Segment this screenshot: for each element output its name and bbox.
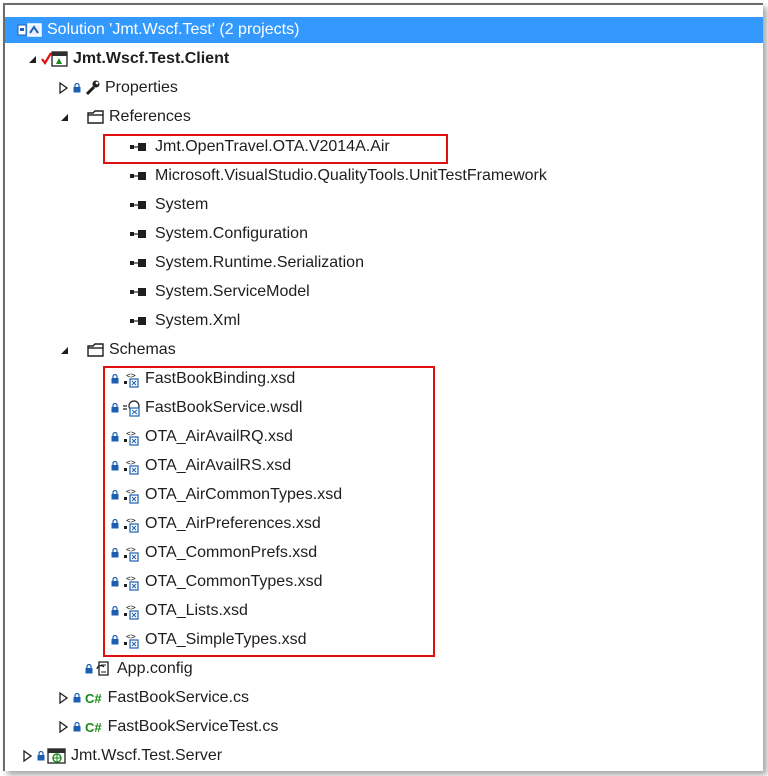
tree-item-label: System.Configuration: [155, 225, 308, 242]
tree-item-label: Microsoft.VisualStudio.QualityTools.Unit…: [155, 167, 547, 184]
tree-item-server-project[interactable]: Jmt.Wscf.Test.Server: [5, 743, 763, 769]
lock-icon: [37, 751, 45, 761]
tree-item-schemas[interactable]: Schemas: [5, 337, 763, 363]
expand-arrow-icon[interactable]: [25, 52, 39, 66]
config-file-icon: [95, 660, 113, 678]
solution-explorer-tree: Solution 'Jmt.Wscf.Test' (2 projects) Jm…: [3, 3, 763, 771]
collapse-arrow-icon[interactable]: [57, 691, 71, 705]
tree-item-label: Solution 'Jmt.Wscf.Test' (2 projects): [47, 21, 300, 38]
tree-item-app-config[interactable]: App.config: [5, 656, 763, 682]
tree-item-fastbook-service-cs[interactable]: C# FastBookService.cs: [5, 685, 763, 711]
assembly-icon: [129, 167, 151, 185]
lock-icon: [85, 664, 93, 674]
tree-item-client-project[interactable]: Jmt.Wscf.Test.Client: [5, 46, 763, 72]
wrench-icon: [83, 79, 101, 97]
assembly-icon: [129, 283, 151, 301]
folder-icon: [87, 341, 105, 359]
reference-item[interactable]: System.Runtime.Serialization: [5, 250, 763, 276]
assembly-icon: [129, 225, 151, 243]
tree-item-label: Jmt.Wscf.Test.Server: [71, 747, 223, 764]
reference-item[interactable]: System.ServiceModel: [5, 279, 763, 305]
solution-icon: [17, 21, 43, 39]
lock-icon: [73, 83, 81, 93]
highlight-box-schemas: [103, 366, 435, 657]
reference-item[interactable]: System.Configuration: [5, 221, 763, 247]
assembly-icon: [129, 312, 151, 330]
expand-arrow-icon[interactable]: [57, 110, 71, 124]
tree-item-label: Schemas: [109, 341, 176, 358]
tree-item-label: System.Xml: [155, 312, 241, 329]
collapse-arrow-icon[interactable]: [57, 720, 71, 734]
collapse-arrow-icon[interactable]: [21, 749, 35, 763]
tree-item-label: System.ServiceModel: [155, 283, 310, 300]
tree-item-label: App.config: [117, 660, 193, 677]
tree-item-label: Jmt.Wscf.Test.Client: [73, 50, 230, 67]
tree-item-label: FastBookService.cs: [107, 689, 250, 706]
folder-icon: [87, 108, 105, 126]
assembly-icon: [129, 254, 151, 272]
reference-item[interactable]: Microsoft.VisualStudio.QualityTools.Unit…: [5, 163, 763, 189]
expand-arrow-icon[interactable]: [57, 343, 71, 357]
lock-icon: [73, 722, 81, 732]
tree-item-fastbook-service-test-cs[interactable]: C# FastBookServiceTest.cs: [5, 714, 763, 740]
reference-item[interactable]: System: [5, 192, 763, 218]
web-project-icon: [47, 747, 67, 765]
tree-item-references[interactable]: References: [5, 104, 763, 130]
collapse-arrow-icon[interactable]: [57, 81, 71, 95]
tree-item-solution[interactable]: Solution 'Jmt.Wscf.Test' (2 projects): [5, 17, 763, 43]
assembly-icon: [129, 196, 151, 214]
tree-item-label: FastBookServiceTest.cs: [107, 718, 279, 735]
tree-item-label: System: [155, 196, 209, 213]
tree-item-label: References: [109, 108, 191, 125]
tree-item-properties[interactable]: Properties: [5, 75, 763, 101]
checked-project-icon: [41, 50, 69, 68]
reference-item[interactable]: System.Xml: [5, 308, 763, 334]
csharp-file-icon: C#: [85, 719, 102, 735]
highlight-box-reference: [103, 134, 448, 164]
tree-item-label: Properties: [105, 79, 178, 96]
csharp-file-icon: C#: [85, 690, 102, 706]
tree-item-label: System.Runtime.Serialization: [155, 254, 364, 271]
lock-icon: [73, 693, 81, 703]
